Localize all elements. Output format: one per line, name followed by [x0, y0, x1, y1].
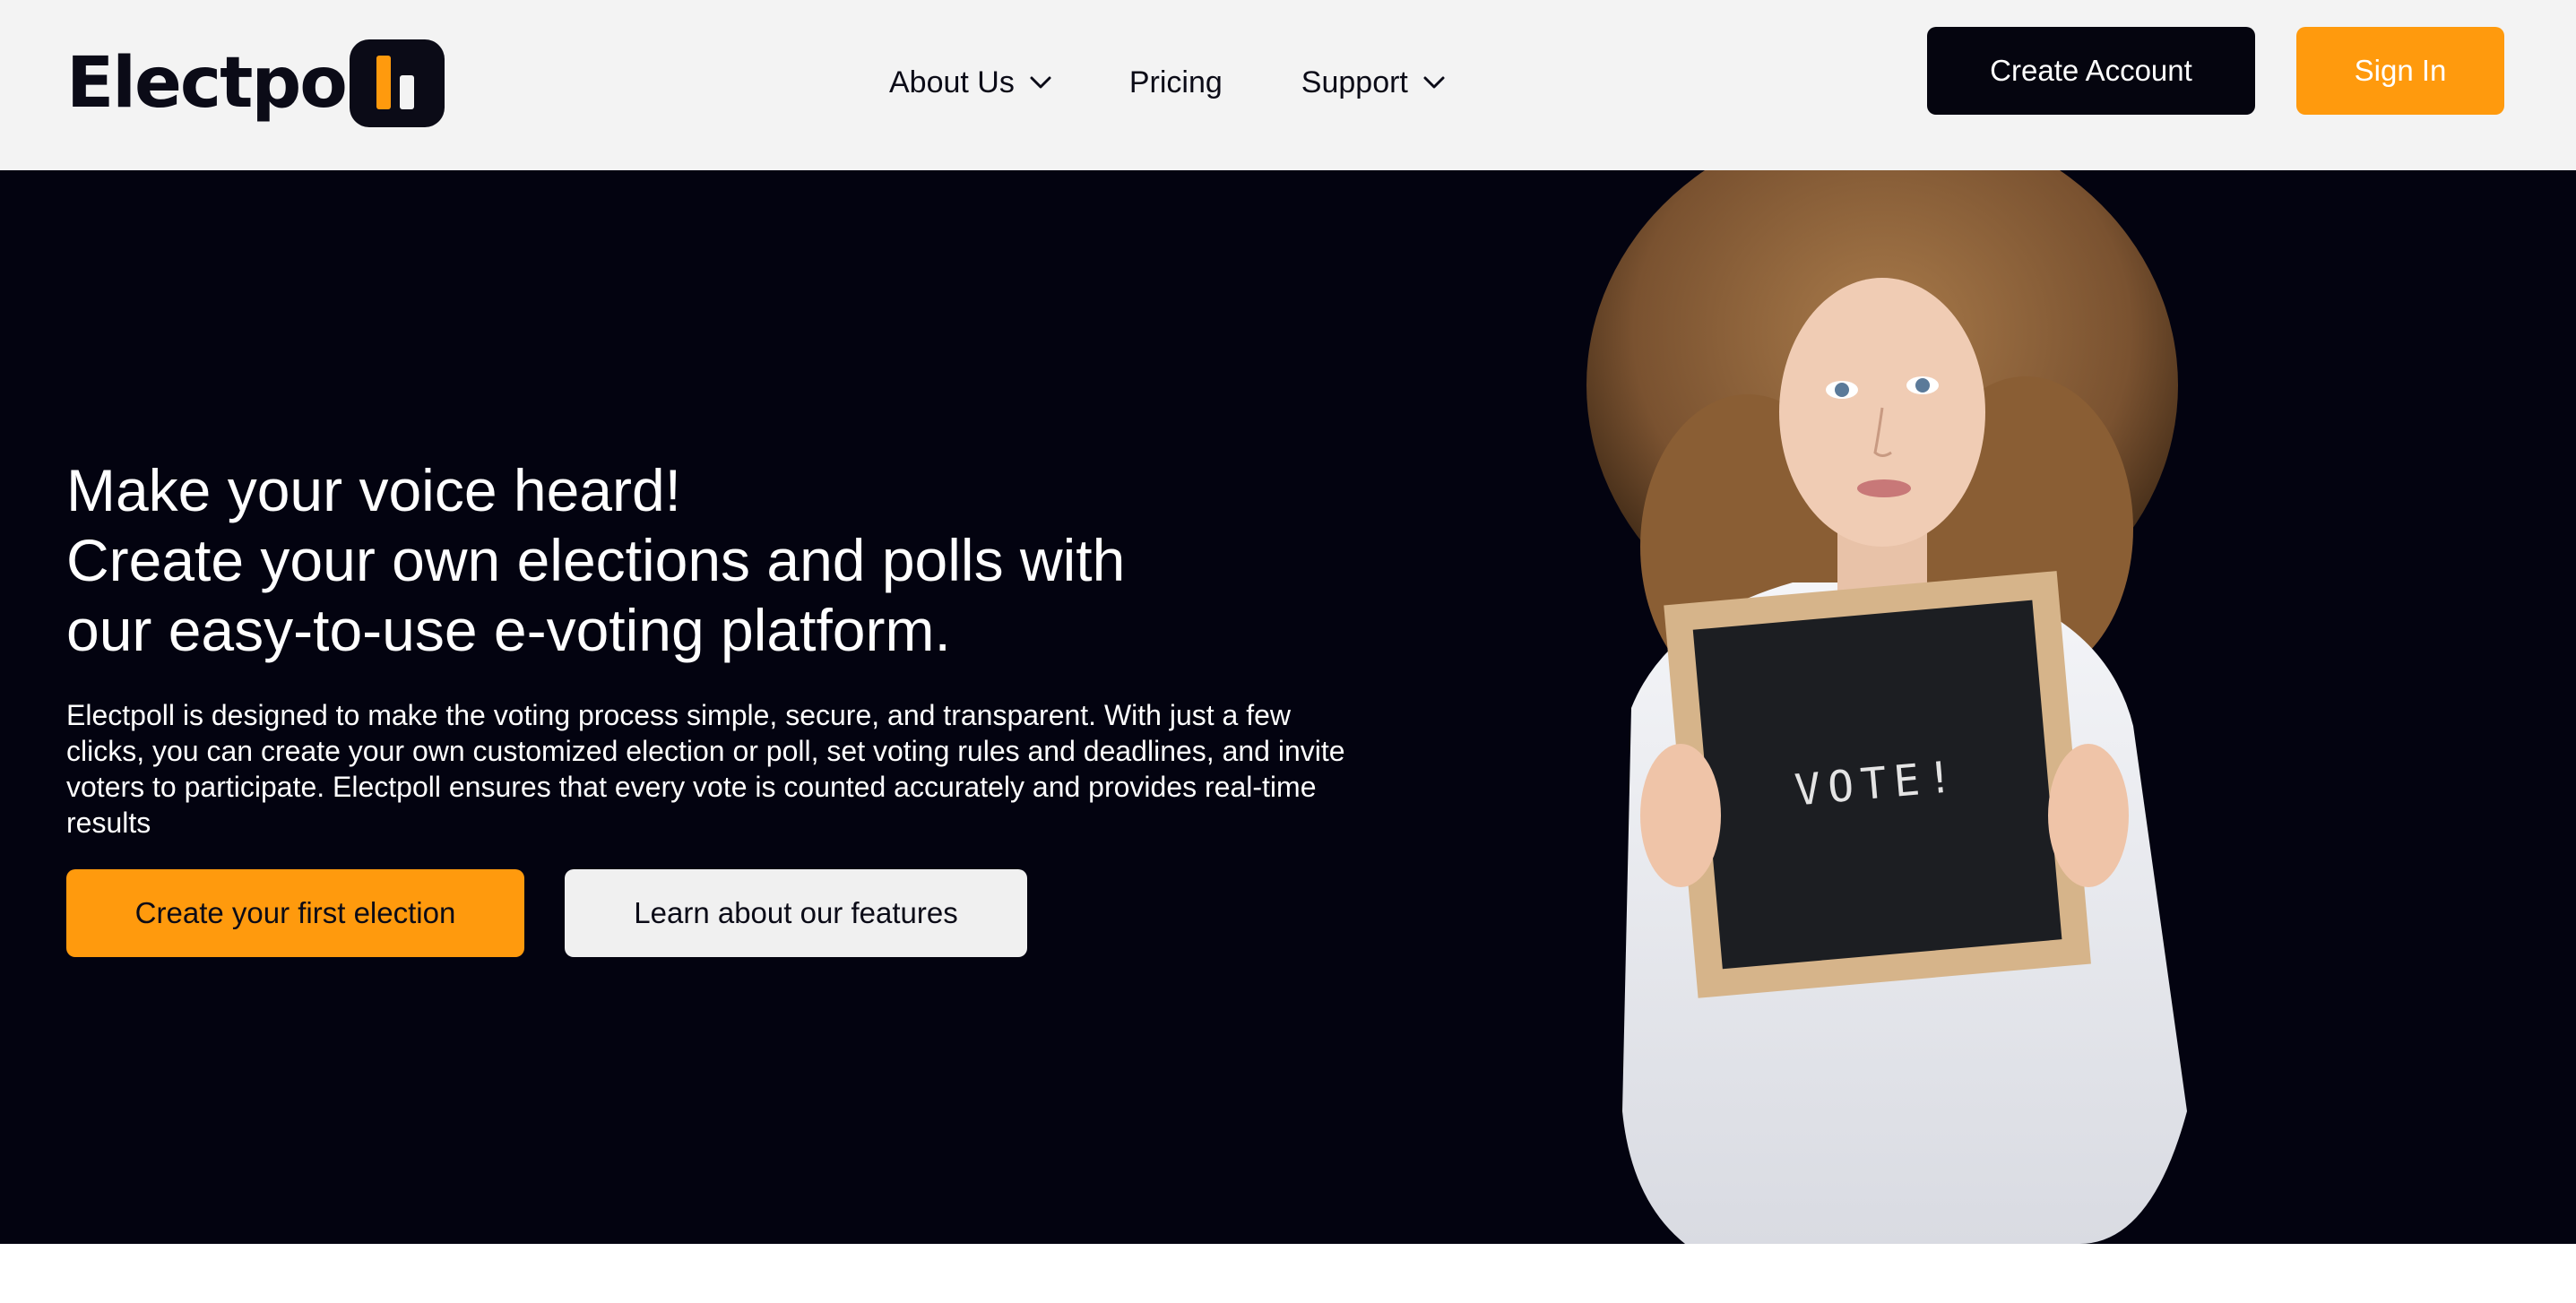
hero-title-line: Make your voice heard!	[66, 457, 682, 523]
nav-item-pricing[interactable]: Pricing	[1129, 65, 1223, 100]
nav-item-support[interactable]: Support	[1301, 65, 1448, 100]
nav-item-label: Support	[1301, 65, 1408, 99]
hero-title-line: our easy-to-use e-voting platform.	[66, 597, 951, 663]
logo-mark-icon	[349, 39, 445, 127]
hero-description: Electpoll is designed to make the voting…	[66, 699, 1345, 839]
learn-features-button[interactable]: Learn about our features	[565, 869, 1027, 957]
nav-item-label: Pricing	[1128, 65, 1223, 99]
chevron-down-icon	[1030, 76, 1051, 89]
hero-title: Make your voice heard! Create your own e…	[66, 455, 1321, 665]
hero-photo-woman-with-vote-sign: VOTE!	[1586, 170, 2187, 1244]
create-first-election-button[interactable]: Create your first election	[66, 869, 524, 957]
logo-wordmark: Electpo	[66, 43, 348, 124]
chevron-down-icon	[1423, 76, 1445, 89]
logo-link[interactable]: Electpo	[66, 38, 445, 129]
main-nav: About Us Pricing Support	[889, 56, 1448, 109]
hero-title-line: Create your own elections and polls with	[66, 527, 1126, 593]
nav-item-label: About Us	[889, 65, 1015, 99]
hero-section: Make your voice heard! Create your own e…	[0, 170, 2576, 1244]
sign-in-button[interactable]: Sign In	[2296, 27, 2504, 115]
below-hero-area	[0, 1244, 2576, 1303]
nav-item-about-us[interactable]: About Us	[889, 65, 1054, 100]
create-account-button[interactable]: Create Account	[1927, 27, 2255, 115]
site-header: Electpo About Us Pricing Support Create …	[0, 0, 2576, 170]
